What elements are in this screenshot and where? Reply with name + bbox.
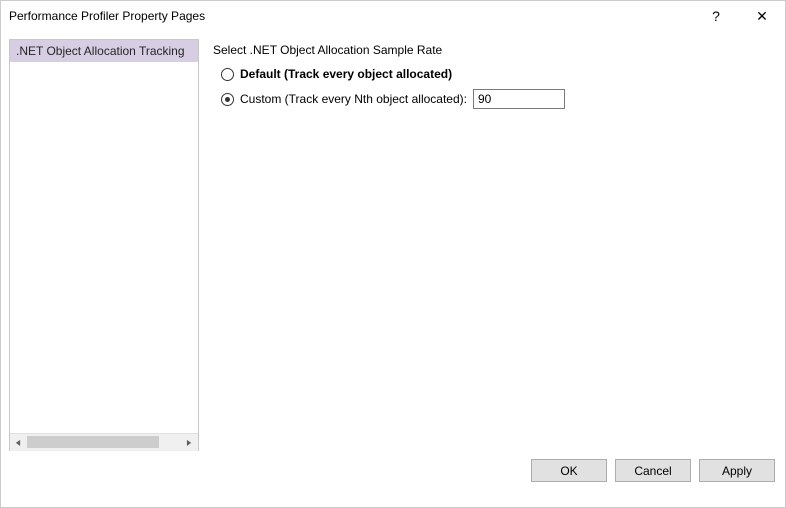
dialog-body: .NET Object Allocation Tracking ◀ ▶ Sele…	[1, 31, 785, 459]
sidebar-item-net-allocation-tracking[interactable]: .NET Object Allocation Tracking	[10, 40, 198, 62]
chevron-right-icon: ▶	[187, 438, 191, 447]
scroll-left-button[interactable]: ◀	[10, 434, 27, 451]
scroll-thumb[interactable]	[27, 436, 159, 448]
option-default-label: Default (Track every object allocated)	[240, 67, 452, 81]
option-default-row[interactable]: Default (Track every object allocated)	[221, 67, 771, 81]
help-button[interactable]: ?	[693, 1, 739, 31]
close-icon: ✕	[756, 8, 768, 25]
cancel-button[interactable]: Cancel	[615, 459, 691, 482]
radio-dot-icon	[225, 97, 230, 102]
apply-button[interactable]: Apply	[699, 459, 775, 482]
ok-button[interactable]: OK	[531, 459, 607, 482]
close-button[interactable]: ✕	[739, 1, 785, 31]
window-title: Performance Profiler Property Pages	[9, 9, 693, 23]
radio-custom[interactable]	[221, 93, 234, 106]
option-custom-row[interactable]: Custom (Track every Nth object allocated…	[221, 89, 771, 109]
category-sidebar: .NET Object Allocation Tracking ◀ ▶	[9, 39, 199, 451]
chevron-left-icon: ◀	[16, 438, 20, 447]
scroll-right-button[interactable]: ▶	[181, 434, 198, 451]
content-panel: Select .NET Object Allocation Sample Rat…	[207, 39, 777, 451]
sidebar-item-label: .NET Object Allocation Tracking	[16, 44, 185, 58]
section-heading: Select .NET Object Allocation Sample Rat…	[213, 43, 771, 57]
category-list[interactable]: .NET Object Allocation Tracking	[10, 40, 198, 433]
title-bar: Performance Profiler Property Pages ? ✕	[1, 1, 785, 31]
help-icon: ?	[712, 8, 720, 24]
horizontal-scrollbar[interactable]: ◀ ▶	[10, 433, 198, 450]
scroll-track[interactable]	[27, 434, 181, 451]
custom-rate-input[interactable]	[473, 89, 565, 109]
radio-default[interactable]	[221, 68, 234, 81]
dialog-footer: OK Cancel Apply	[1, 459, 785, 501]
option-custom-label: Custom (Track every Nth object allocated…	[240, 92, 467, 106]
